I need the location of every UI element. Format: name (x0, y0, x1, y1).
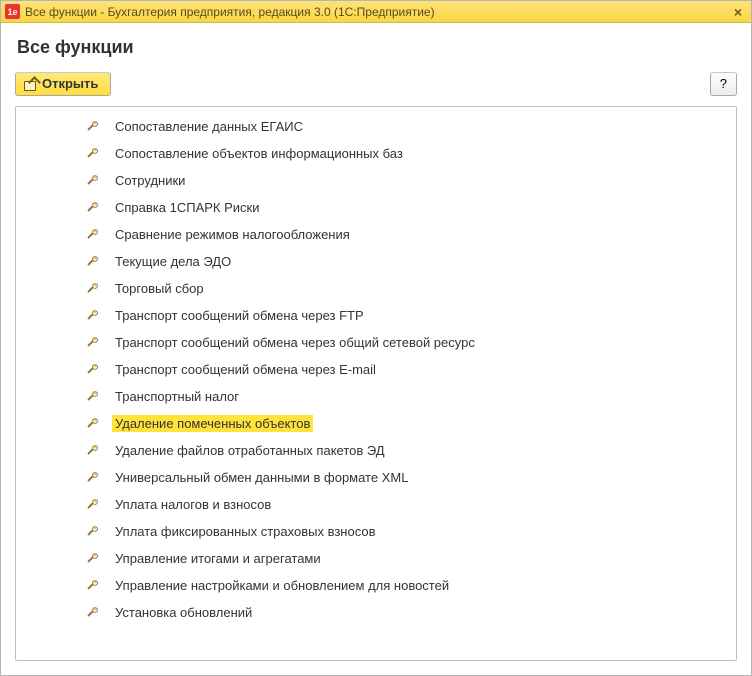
tree-item[interactable]: Сопоставление объектов информационных ба… (16, 140, 736, 167)
tree-item[interactable]: Удаление помеченных объектов (16, 410, 736, 437)
processing-icon (84, 281, 100, 297)
processing-icon (84, 524, 100, 540)
tree-item[interactable]: Сравнение режимов налогообложения (16, 221, 736, 248)
tree-item-label: Управление итогами и агрегатами (112, 550, 324, 567)
processing-icon (84, 200, 100, 216)
tree-item-label: Управление настройками и обновлением для… (112, 577, 452, 594)
window-title: Все функции - Бухгалтерия предприятия, р… (25, 5, 435, 19)
tree-item[interactable]: Сопоставление данных ЕГАИС (16, 113, 736, 140)
processing-icon (84, 578, 100, 594)
processing-icon (84, 308, 100, 324)
processing-icon (84, 389, 100, 405)
tree-item-label: Удаление помеченных объектов (112, 415, 313, 432)
tree-item-label: Транспорт сообщений обмена через E-mail (112, 361, 379, 378)
tree-item[interactable]: Уплата фиксированных страховых взносов (16, 518, 736, 545)
tree-item[interactable]: Удаление файлов отработанных пакетов ЭД (16, 437, 736, 464)
tree-item[interactable]: Уплата налогов и взносов (16, 491, 736, 518)
tree-list[interactable]: Сопоставление данных ЕГАИС Сопоставление… (15, 106, 737, 661)
processing-icon (84, 254, 100, 270)
tree-item[interactable]: Транспорт сообщений обмена через E-mail (16, 356, 736, 383)
tree-item-label: Сопоставление объектов информационных ба… (112, 145, 406, 162)
open-icon (24, 78, 36, 90)
processing-icon (84, 605, 100, 621)
processing-icon (84, 173, 100, 189)
tree-item[interactable]: Транспортный налог (16, 383, 736, 410)
tree-item[interactable]: Текущие дела ЭДО (16, 248, 736, 275)
tree-item[interactable]: Торговый сбор (16, 275, 736, 302)
tree-item-label: Торговый сбор (112, 280, 207, 297)
tree-item-label: Сравнение режимов налогообложения (112, 226, 353, 243)
processing-icon (84, 362, 100, 378)
tree-item-label: Сотрудники (112, 172, 188, 189)
tree-item[interactable]: Управление итогами и агрегатами (16, 545, 736, 572)
open-button[interactable]: Открыть (15, 72, 111, 96)
close-icon[interactable]: × (729, 3, 747, 21)
page-title: Все функции (17, 37, 737, 58)
tree-item[interactable]: Установка обновлений (16, 599, 736, 626)
tree-item-label: Сопоставление данных ЕГАИС (112, 118, 306, 135)
tree-item-label: Транспорт сообщений обмена через FTP (112, 307, 367, 324)
processing-icon (84, 470, 100, 486)
processing-icon (84, 497, 100, 513)
processing-icon (84, 119, 100, 135)
tree-item-label: Текущие дела ЭДО (112, 253, 234, 270)
tree-item-label: Справка 1СПАРК Риски (112, 199, 262, 216)
processing-icon (84, 551, 100, 567)
tree-item-label: Установка обновлений (112, 604, 255, 621)
open-button-label: Открыть (42, 76, 98, 91)
tree-item[interactable]: Управление настройками и обновлением для… (16, 572, 736, 599)
tree-item-label: Уплата фиксированных страховых взносов (112, 523, 378, 540)
help-button[interactable]: ? (710, 72, 737, 96)
app-icon: 1e (5, 4, 20, 19)
tree-item-label: Транспорт сообщений обмена через общий с… (112, 334, 478, 351)
help-button-label: ? (720, 76, 727, 91)
tree-item-label: Транспортный налог (112, 388, 242, 405)
toolbar: Открыть ? (15, 72, 737, 96)
processing-icon (84, 335, 100, 351)
tree-item[interactable]: Универсальный обмен данными в формате XM… (16, 464, 736, 491)
processing-icon (84, 416, 100, 432)
tree-item-label: Удаление файлов отработанных пакетов ЭД (112, 442, 388, 459)
tree-item-label: Уплата налогов и взносов (112, 496, 274, 513)
tree-item[interactable]: Транспорт сообщений обмена через общий с… (16, 329, 736, 356)
tree-item[interactable]: Справка 1СПАРК Риски (16, 194, 736, 221)
tree-item[interactable]: Транспорт сообщений обмена через FTP (16, 302, 736, 329)
processing-icon (84, 227, 100, 243)
titlebar: 1e Все функции - Бухгалтерия предприятия… (1, 1, 751, 23)
tree-item-label: Универсальный обмен данными в формате XM… (112, 469, 411, 486)
processing-icon (84, 443, 100, 459)
tree-item[interactable]: Сотрудники (16, 167, 736, 194)
processing-icon (84, 146, 100, 162)
app-window: 1e Все функции - Бухгалтерия предприятия… (0, 0, 752, 676)
content-area: Все функции Открыть ? Сопоставление данн… (1, 23, 751, 675)
